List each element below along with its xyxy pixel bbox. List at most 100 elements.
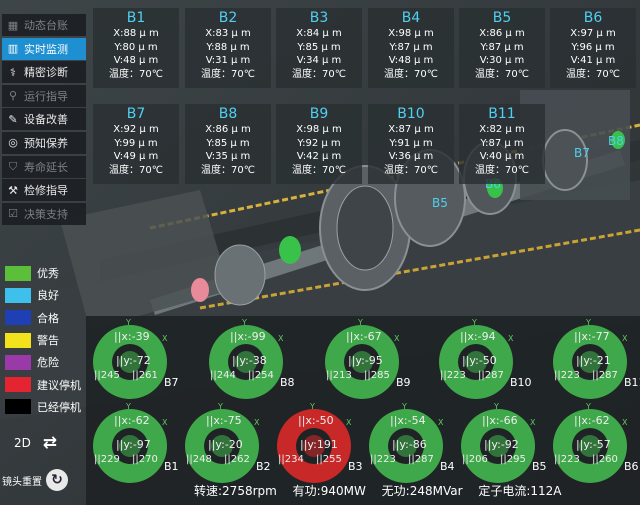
bearing-card[interactable]: B5 X:86 μ m Y:87 μ m V:30 μ m 温度：70℃ [459,8,545,88]
x-vibration: X:86 μ m [205,124,251,135]
model-label-b5[interactable]: B5 [432,196,448,210]
gauge-left-value: ||223 [370,454,396,465]
camera-reset-label: 镜头重置 [2,476,42,488]
x-vibration: X:87 μ m [388,124,434,135]
bearing-name: B4 [401,10,421,26]
sidebar-item-3[interactable]: ⚲ 运行指导 [2,84,86,107]
x-axis-mark: X [530,418,536,427]
bearing-name: B1 [126,10,146,26]
legend-item: 警告 [5,329,81,351]
model-label-b8[interactable]: B8 [608,134,624,148]
sidebar-item-label: 决策支持 [24,207,68,221]
gauge-y-value: ||y:-95 [348,354,383,367]
bearing-gauge[interactable]: Y X ||x:-54 ||y:-86 ||223 ||287 B4 [368,402,458,488]
legend-label: 建议停机 [37,378,81,392]
x-axis-mark: X [394,334,400,343]
bearing-gauge[interactable]: Y X ||x:-67 ||y:-95 ||213 ||285 B9 [324,318,414,404]
bearing-name: B2 [218,10,238,26]
view-toggle-button[interactable]: 2D ⇄ [4,432,70,454]
bearing-card[interactable]: B2 X:83 μ m Y:88 μ m V:31 μ m 温度：70℃ [185,8,271,88]
legend-item: 建议停机 [5,373,81,395]
bearing-name: B8 [218,106,238,122]
sidebar-item-2[interactable]: ⚕ 精密诊断 [2,61,86,84]
sidebar-item-8[interactable]: ☑ 决策支持 [2,202,86,225]
bearing-gauge[interactable]: Y X ||x:-62 ||y:-57 ||223 ||260 B6 [552,402,640,488]
sidebar-menu: ▦ 动态台账 ▥ 实时监测 ⚕ 精密诊断 ⚲ 运行指导 ✎ 设备改善 ◎ 预知保养 ⛉ 寿命延长 ⚒ 检修指导… [2,14,86,226]
y-vibration: Y:85 μ m [297,41,341,53]
bearing-name: B3 [309,10,329,26]
wrench-icon: ⚒ [8,183,18,197]
sidebar-item-0[interactable]: ▦ 动态台账 [2,14,86,36]
sidebar-item-4[interactable]: ✎ 设备改善 [2,108,86,131]
v-vibration: V:42 μ m [296,151,342,162]
y-axis-mark: Y [242,318,247,327]
temperature: 温度：70℃ [201,68,255,80]
bearing-card[interactable]: B8 X:86 μ m Y:85 μ m V:35 μ m 温度：70℃ [185,104,271,184]
bearing-card[interactable]: B1 X:88 μ m Y:80 μ m V:48 μ m 温度：70℃ [93,8,179,88]
gauge-left-value: ||223 [440,370,466,381]
y-vibration: Y:88 μ m [206,41,250,53]
v-vibration: V:41 μ m [570,55,616,66]
bearing-name: B6 [583,10,603,26]
y-axis-mark: Y [586,318,591,327]
x-vibration: X:86 μ m [479,28,525,39]
legend-item: 优秀 [5,262,81,284]
bearing-gauge[interactable]: Y X ||x:-77 ||y:-21 ||223 ||287 B11 [552,318,640,404]
reactive-power-readout: 无功:248MVar [381,484,463,498]
gauge-name: B6 [624,460,639,473]
temperature: 温度：70℃ [475,164,529,176]
gauge-right-value: ||262 [224,454,250,465]
bearing-gauge[interactable]: Y X ||x:-94 ||y:-50 ||223 ||287 B10 [438,318,532,404]
bearing-card[interactable]: B6 X:97 μ m Y:96 μ m V:41 μ m 温度：70℃ [550,8,636,88]
y-axis-mark: Y [310,402,315,411]
stator-current-readout: 定子电流:112A [478,484,562,498]
bearing-gauge[interactable]: Y X ||x:-66 ||y:-92 ||206 ||295 B5 [460,402,550,488]
bearing-card[interactable]: B9 X:98 μ m Y:92 μ m V:42 μ m 温度：70℃ [276,104,362,184]
gauge-left-value: ||223 [554,454,580,465]
swap-icon: ⇄ [42,433,57,453]
gauge-x-value: ||x:-62 [114,414,150,427]
bearing-gauge[interactable]: Y X ||x:-99 ||y:-38 ||244 ||254 B8 [208,318,298,404]
x-vibration: X:92 μ m [113,124,159,135]
sidebar-item-label: 动态台账 [24,19,68,32]
sidebar-item-6[interactable]: ⛉ 寿命延长 [2,155,86,178]
gauge-left-value: ||244 [210,370,236,381]
x-vibration: X:98 μ m [296,124,342,135]
legend-label: 警告 [37,334,59,348]
gauge-x-value: ||x:-66 [482,414,518,427]
sidebar-item-1[interactable]: ▥ 实时监测 [2,37,86,60]
gauge-x-value: ||x:-50 [298,414,334,427]
legend-swatch [5,354,31,370]
x-vibration: X:88 μ m [113,28,159,39]
x-axis-mark: X [162,418,168,427]
x-vibration: X:84 μ m [296,28,342,39]
camera-reset-button[interactable]: 镜头重置 ↻ [2,468,72,492]
gauge-name: B10 [510,376,532,389]
gauge-y-value: ||y:-38 [232,354,267,367]
bearing-card[interactable]: B7 X:92 μ m Y:99 μ m V:49 μ m 温度：70℃ [93,104,179,184]
bearing-card[interactable]: B11 X:82 μ m Y:87 μ m V:40 μ m 温度：70℃ [459,104,545,184]
stethoscope-icon: ⚕ [10,65,16,79]
legend-swatch [5,287,31,303]
gauge-y-value: ||y:-72 [116,354,151,367]
bearing-gauge[interactable]: Y X ||x:-50 ||y:191 ||234 ||255 B3 [276,402,366,488]
bearing-card[interactable]: B10 X:87 μ m Y:91 μ m V:36 μ m 温度：70℃ [368,104,454,184]
bearing-gauge[interactable]: Y X ||x:-75 ||y:-20 ||248 ||262 B2 [184,402,274,488]
gauge-left-value: ||223 [554,370,580,381]
y-axis-mark: Y [358,318,363,327]
bearing-name: B11 [488,106,516,122]
bearing-gauge[interactable]: Y X ||x:-62 ||y:-97 ||229 ||270 B1 [92,402,182,488]
sidebar-item-5[interactable]: ◎ 预知保养 [2,131,86,154]
model-label-b7[interactable]: B7 [574,146,590,160]
sidebar-item-7[interactable]: ⚒ 检修指导 [2,179,86,202]
gauge-x-value: ||x:-94 [460,330,496,343]
bearing-gauge[interactable]: Y X ||x:-39 ||y:-72 ||245 ||261 B7 [92,318,182,404]
gauge-y-value: ||y:-92 [484,438,519,451]
gauge-right-value: ||261 [132,370,158,381]
x-axis-mark: X [622,334,628,343]
gauge-name: B4 [440,460,455,473]
bearing-card[interactable]: B4 X:98 μ m Y:87 μ m V:48 μ m 温度：70℃ [368,8,454,88]
v-vibration: V:48 μ m [113,55,159,66]
gauge-right-value: ||287 [478,370,504,381]
bearing-card[interactable]: B3 X:84 μ m Y:85 μ m V:34 μ m 温度：70℃ [276,8,362,88]
